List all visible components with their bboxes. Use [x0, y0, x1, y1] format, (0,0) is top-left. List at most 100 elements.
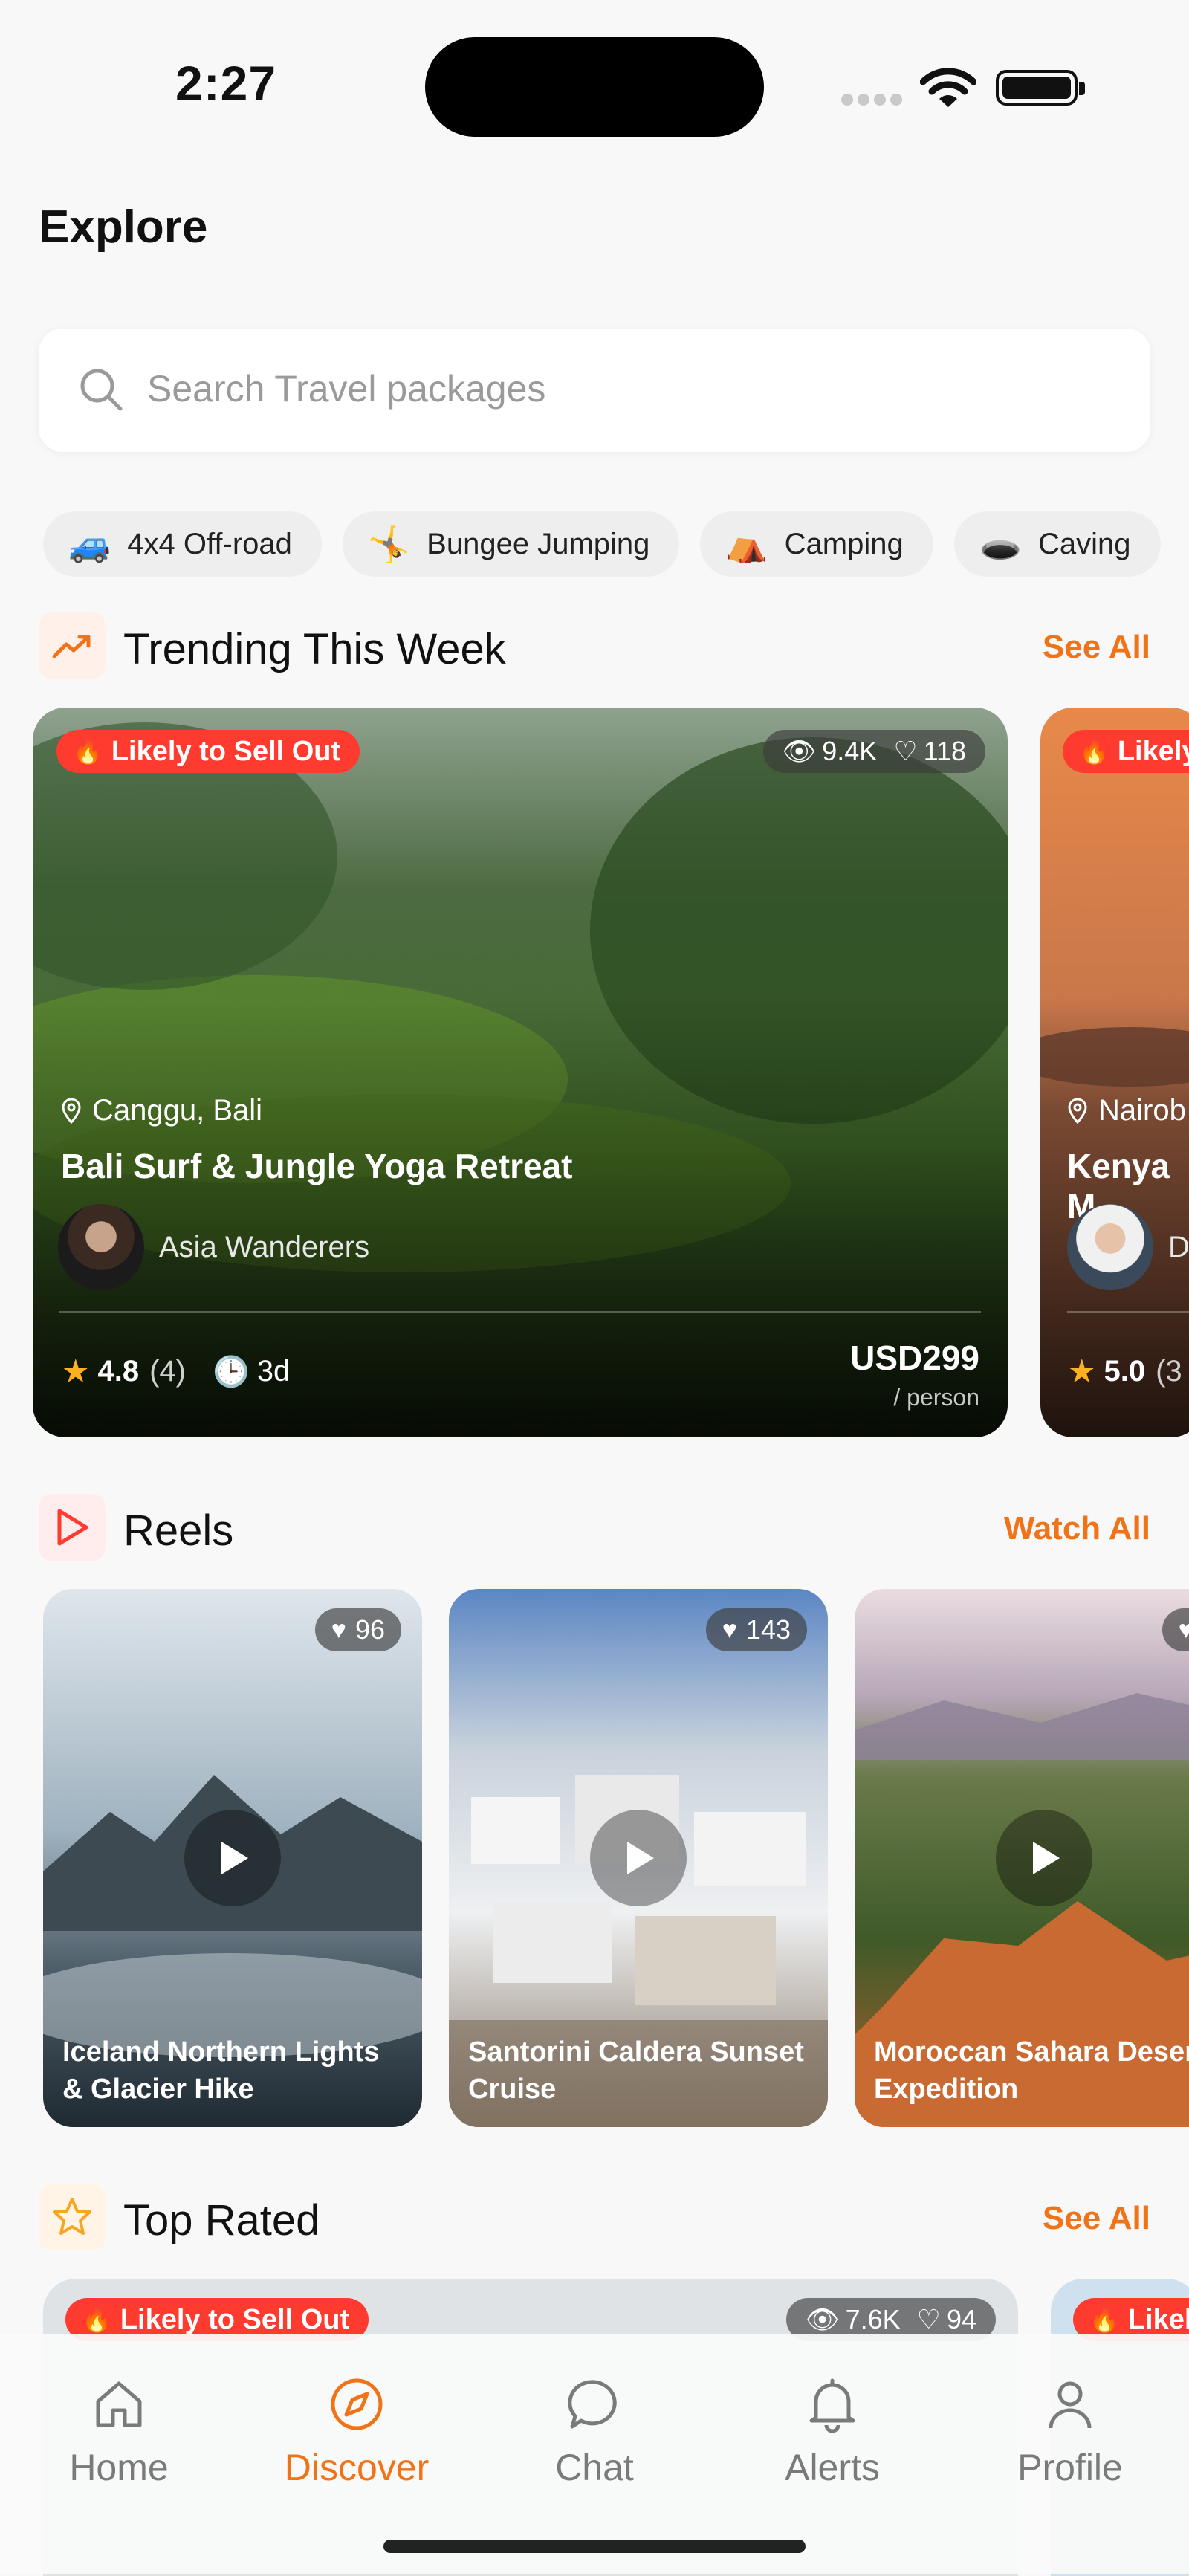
card-rating: ★ 5.0 (3: [1067, 1353, 1189, 1391]
home-icon: [96, 2381, 142, 2427]
eye-icon: 👁: [805, 2304, 840, 2334]
bottom-tab-bar: Home Discover Chat Alerts Profile: [0, 2334, 1189, 2574]
avatar: [58, 1204, 144, 1290]
watch-all-link[interactable]: Watch All: [1004, 1510, 1150, 1547]
see-all-link[interactable]: See All: [1043, 2200, 1150, 2237]
card-price: USD299: [850, 1339, 979, 1377]
likes-count: 96: [354, 1614, 385, 1645]
reel-card[interactable]: ♥ 96 Iceland Northern Lights & Glacier Hi…: [43, 1589, 422, 2127]
trending-card[interactable]: 🔥Likely Nairob Kenya M D ★5.0(3: [1040, 708, 1189, 1437]
play-icon: [627, 1842, 654, 1874]
home-indicator: [383, 2540, 806, 2553]
category-chip-label: 4x4 Off-road: [127, 527, 292, 560]
card-organizer: D: [1067, 1204, 1189, 1290]
heart-icon: ♥: [331, 1615, 346, 1644]
card-location: Nairob: [1067, 1094, 1186, 1127]
reel-card[interactable]: ♥121 Moroccan Sahara Desert Expedition: [855, 1589, 1189, 2127]
organizer-name: D: [1168, 1230, 1189, 1263]
play-outline-icon: [39, 1494, 106, 1561]
card-stats: 👁 9.4K ♡ 118: [762, 730, 985, 773]
card-organizer: Asia Wanderers: [58, 1204, 369, 1290]
hole-icon: 🕳️: [979, 524, 1023, 563]
likely-to-sell-out-badge: 🔥 Likely to Sell Out: [56, 730, 360, 773]
heart-icon: ♥: [1178, 1615, 1189, 1644]
reel-title: Iceland Northern Lights & Glacier Hike: [62, 2036, 380, 2105]
see-all-link[interactable]: See All: [1043, 629, 1150, 666]
card-photo: [1040, 708, 1189, 1437]
category-chip-label: Bungee Jumping: [427, 527, 650, 560]
trending-up-icon: [39, 612, 106, 679]
star-icon: ★: [61, 1353, 91, 1390]
page-title: Explore: [39, 201, 208, 253]
card-rating: ★ 4.8 (4) 🕒 3d: [61, 1353, 290, 1391]
tab-label: Chat: [555, 2447, 634, 2488]
star-icon: ★: [1067, 1353, 1097, 1390]
section-title: Trending This Week: [123, 625, 506, 673]
divider: [1067, 1311, 1189, 1313]
category-chip-label: Camping: [784, 527, 904, 560]
tab-label: Discover: [284, 2447, 430, 2488]
off-road-car-icon: 🚙: [68, 524, 111, 563]
badge-label: Likel: [1127, 2303, 1189, 2335]
likes-count: 143: [745, 1614, 791, 1645]
location-pin-icon: [1068, 1098, 1087, 1124]
tab-label: Home: [69, 2447, 169, 2488]
cellular-signal-icon: [841, 94, 907, 109]
rating-value: 4.8: [97, 1355, 140, 1388]
battery-icon: [996, 70, 1085, 106]
top-rated-section-header: Top Rated See All: [39, 2184, 1150, 2250]
play-button[interactable]: [184, 1810, 281, 1906]
cartwheel-icon: 🤸: [367, 524, 411, 563]
category-chip-label: Caving: [1038, 527, 1131, 560]
flame-icon: 🔥: [1089, 2306, 1119, 2333]
search-input[interactable]: Search Travel packages: [39, 329, 1150, 452]
heart-icon: ♥: [722, 1615, 737, 1644]
search-placeholder: Search Travel packages: [147, 368, 546, 410]
flame-icon: 🔥: [73, 738, 103, 765]
category-chips: 🚙 4x4 Off-road 🤸 Bungee Jumping ⛺ Camping 🕳️ Ca…: [43, 511, 1182, 577]
trending-card[interactable]: 🔥 Likely to Sell Out 👁 9.4K ♡ 118 Canggu, Ba…: [33, 708, 1008, 1437]
category-chip[interactable]: ⛺ Camping: [700, 511, 933, 577]
tab-discover[interactable]: Discover: [268, 2376, 446, 2489]
tab-chat[interactable]: Chat: [505, 2376, 684, 2489]
section-title: Top Rated: [123, 2196, 320, 2245]
category-chip[interactable]: 🤸 Bungee Jumping: [342, 511, 680, 577]
wifi-icon: [920, 68, 976, 107]
search-icon: [80, 369, 123, 411]
review-count: (4): [149, 1355, 186, 1388]
status-time: 2:27: [175, 56, 277, 111]
category-chip[interactable]: 🕳️ Caving: [953, 511, 1161, 577]
eye-icon: 👁: [782, 736, 817, 766]
reel-title: Moroccan Sahara Desert Expedition: [874, 2036, 1189, 2105]
tab-alerts[interactable]: Alerts: [743, 2376, 921, 2489]
trending-section-header: Trending This Week See All: [39, 612, 1150, 679]
reels-section-header: Reels Watch All: [39, 1494, 1150, 1561]
play-icon: [221, 1842, 248, 1874]
avatar: [1067, 1204, 1153, 1290]
tab-home[interactable]: Home: [30, 2376, 208, 2489]
price-unit: / person: [893, 1384, 979, 1411]
tab-label: Alerts: [785, 2447, 880, 2488]
play-button[interactable]: [996, 1810, 1092, 1906]
dynamic-island: [425, 37, 764, 137]
flame-icon: 🔥: [82, 2306, 111, 2333]
play-button[interactable]: [590, 1810, 687, 1906]
duration: 3d: [256, 1355, 291, 1388]
reel-likes: ♥ 143: [705, 1608, 807, 1651]
views-count: 9.4K: [822, 736, 878, 766]
heart-outline-icon: ♡: [916, 2304, 941, 2334]
clock-icon: 🕒: [212, 1356, 250, 1388]
badge-label: Likely: [1117, 735, 1189, 767]
tab-profile[interactable]: Profile: [981, 2376, 1159, 2489]
divider: [59, 1311, 981, 1313]
category-chip[interactable]: 🚙 4x4 Off-road: [43, 511, 322, 577]
likes-count: 94: [946, 2304, 976, 2334]
organizer-name: Asia Wanderers: [159, 1230, 370, 1263]
card-title: Bali Surf & Jungle Yoga Retreat: [61, 1147, 573, 1185]
card-photo: [33, 708, 1008, 1437]
heart-outline-icon: ♡: [893, 736, 918, 766]
reel-card[interactable]: ♥ 143 Santorini Caldera Sunset Cruise: [449, 1589, 828, 2127]
likes-count: 118: [923, 736, 966, 766]
tent-icon: ⛺: [725, 524, 768, 563]
section-title: Reels: [123, 1507, 234, 1555]
